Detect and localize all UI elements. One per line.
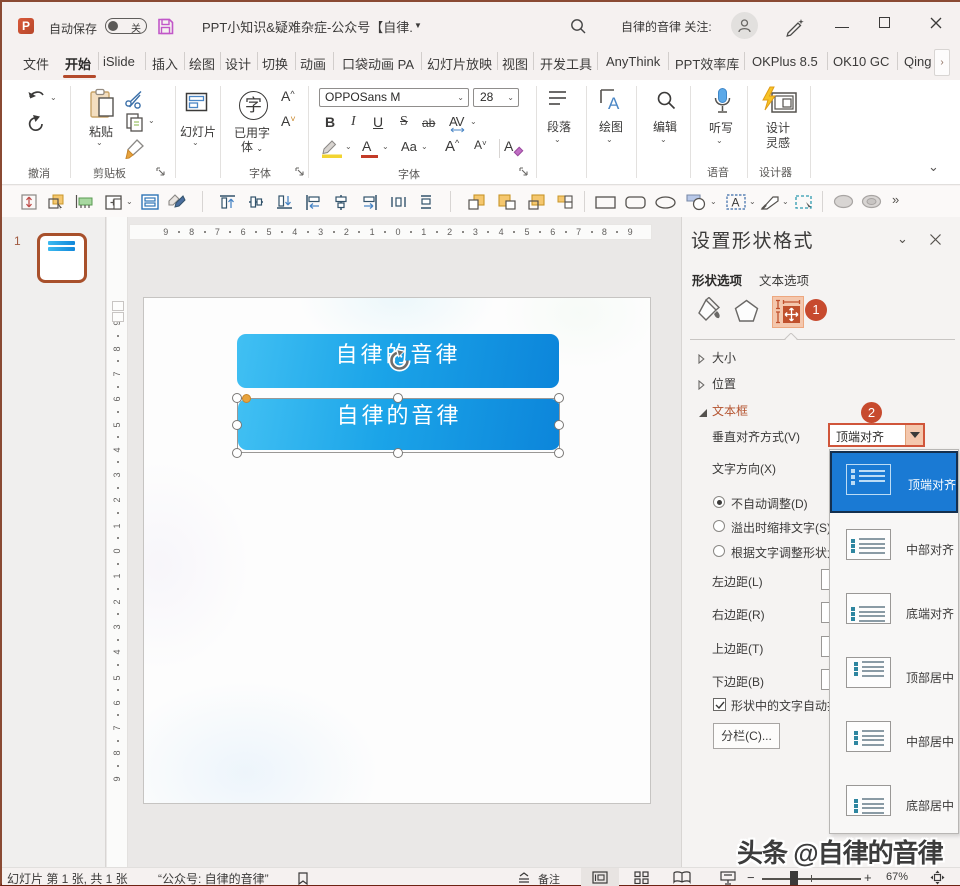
svg-text:A: A xyxy=(732,196,740,210)
svg-text:A: A xyxy=(608,94,620,112)
